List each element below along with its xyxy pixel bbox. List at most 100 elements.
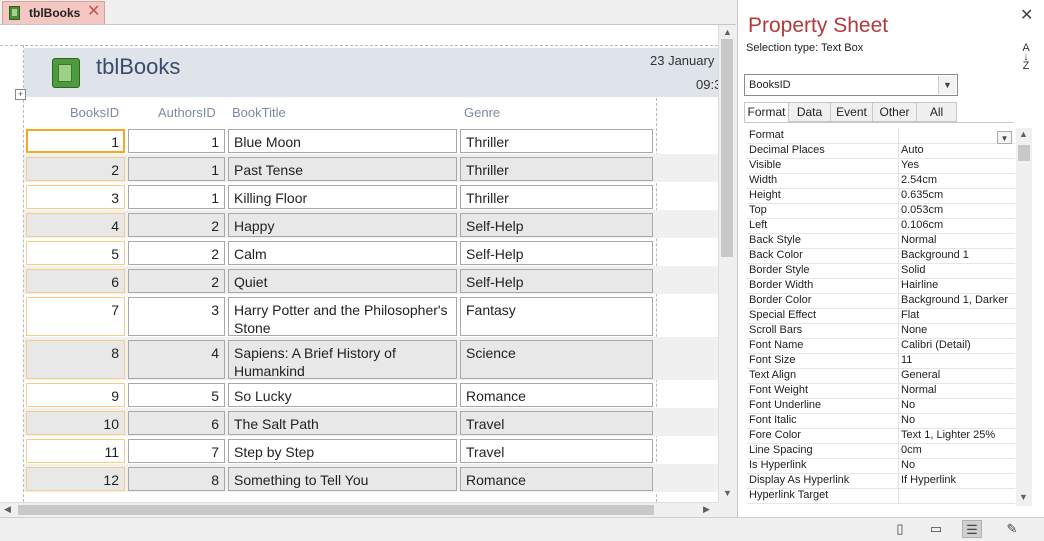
scroll-up-icon[interactable]: ▲: [1019, 129, 1028, 139]
scroll-down-icon[interactable]: ▼: [723, 488, 732, 498]
property-row[interactable]: Line Spacing 0cm: [747, 443, 1015, 459]
booksid-textbox[interactable]: 12: [26, 467, 125, 491]
property-row[interactable]: Hyperlink Target: [747, 488, 1015, 504]
property-value[interactable]: Normal: [901, 234, 936, 246]
booktitle-textbox[interactable]: Calm: [228, 241, 457, 265]
property-row[interactable]: Font Weight Normal: [747, 383, 1015, 399]
close-pane-icon[interactable]: ✕: [1020, 5, 1033, 25]
form-time[interactable]: 09:3: [696, 77, 718, 92]
property-value[interactable]: None: [901, 324, 927, 336]
close-tab-icon[interactable]: ✕: [87, 3, 100, 21]
property-row[interactable]: Fore Color Text 1, Lighter 25%: [747, 428, 1015, 444]
property-value[interactable]: No: [901, 459, 915, 471]
genre-textbox[interactable]: Self-Help: [460, 241, 653, 265]
property-value[interactable]: Auto: [901, 144, 924, 156]
genre-textbox[interactable]: Science: [460, 340, 653, 379]
property-view-icon[interactable]: ✎: [1002, 520, 1022, 538]
property-row[interactable]: Back Style Normal: [747, 233, 1015, 249]
booksid-textbox[interactable]: 5: [26, 241, 125, 265]
genre-textbox[interactable]: Fantasy: [460, 297, 653, 336]
document-tab[interactable]: tblBooks ✕: [2, 1, 105, 24]
layout-view-icon[interactable]: ▭: [926, 520, 946, 538]
authorsid-textbox[interactable]: 2: [128, 241, 225, 265]
booksid-textbox[interactable]: 7: [26, 297, 125, 336]
scroll-right-icon[interactable]: ▶: [703, 504, 710, 515]
authorsid-textbox[interactable]: 5: [128, 383, 225, 407]
authorsid-textbox[interactable]: 4: [128, 340, 225, 379]
column-header-authorsid[interactable]: AuthorsID: [158, 105, 216, 120]
booksid-textbox[interactable]: 10: [26, 411, 125, 435]
property-value[interactable]: 2.54cm: [901, 174, 937, 186]
property-tab-other[interactable]: Other: [872, 102, 917, 122]
authorsid-textbox[interactable]: 2: [128, 269, 225, 293]
booktitle-textbox[interactable]: Killing Floor: [228, 185, 457, 209]
genre-textbox[interactable]: Travel: [460, 411, 653, 435]
booksid-textbox[interactable]: 11: [26, 439, 125, 463]
property-value[interactable]: No: [901, 399, 915, 411]
booktitle-textbox[interactable]: Quiet: [228, 269, 457, 293]
property-row[interactable]: Font Italic No: [747, 413, 1015, 429]
form-view-icon[interactable]: ▯: [890, 520, 910, 538]
booktitle-textbox[interactable]: Step by Step: [228, 439, 457, 463]
authorsid-textbox[interactable]: 2: [128, 213, 225, 237]
property-row[interactable]: Font Name Calibri (Detail): [747, 338, 1015, 354]
property-value[interactable]: If Hyperlink: [901, 474, 956, 486]
authorsid-textbox[interactable]: 7: [128, 439, 225, 463]
property-row[interactable]: Font Underline No: [747, 398, 1015, 414]
column-header-booksid[interactable]: BooksID: [70, 105, 119, 120]
property-row[interactable]: Top 0.053cm: [747, 203, 1015, 219]
genre-textbox[interactable]: Thriller: [460, 157, 653, 181]
booksid-textbox[interactable]: 3: [26, 185, 125, 209]
form-title[interactable]: tblBooks: [96, 54, 180, 80]
booktitle-textbox[interactable]: The Salt Path: [228, 411, 457, 435]
format-dropdown-chevron-icon[interactable]: ▼: [997, 131, 1012, 144]
booktitle-textbox[interactable]: So Lucky: [228, 383, 457, 407]
property-value[interactable]: Yes: [901, 159, 919, 171]
property-value[interactable]: Solid: [901, 264, 925, 276]
property-value[interactable]: Normal: [901, 384, 936, 396]
property-value[interactable]: Background 1, Darker: [901, 294, 1008, 306]
booktitle-textbox[interactable]: Harry Potter and the Philosopher's Stone: [228, 297, 457, 336]
property-row[interactable]: Border Style Solid: [747, 263, 1015, 279]
booksid-textbox[interactable]: 8: [26, 340, 125, 379]
genre-textbox[interactable]: Romance: [460, 383, 653, 407]
property-row[interactable]: Scroll Bars None: [747, 323, 1015, 339]
scroll-left-icon[interactable]: ◀: [4, 504, 11, 515]
genre-textbox[interactable]: Thriller: [460, 129, 653, 153]
genre-textbox[interactable]: Self-Help: [460, 269, 653, 293]
booksid-textbox[interactable]: 4: [26, 213, 125, 237]
genre-textbox[interactable]: Travel: [460, 439, 653, 463]
object-selector-dropdown[interactable]: BooksID ▼: [744, 74, 958, 96]
booktitle-textbox[interactable]: Blue Moon: [228, 129, 457, 153]
authorsid-textbox[interactable]: 1: [128, 185, 225, 209]
property-value[interactable]: 0cm: [901, 444, 922, 456]
column-header-booktitle[interactable]: BookTitle: [232, 105, 286, 120]
property-row[interactable]: Decimal Places Auto: [747, 143, 1015, 159]
property-row[interactable]: Height 0.635cm: [747, 188, 1015, 204]
scroll-down-icon[interactable]: ▼: [1019, 492, 1028, 502]
property-value[interactable]: 0.635cm: [901, 189, 943, 201]
authorsid-textbox[interactable]: 3: [128, 297, 225, 336]
horizontal-scrollbar[interactable]: ◀ ▶: [0, 502, 718, 518]
property-row[interactable]: Width 2.54cm: [747, 173, 1015, 189]
genre-textbox[interactable]: Romance: [460, 467, 653, 491]
booksid-textbox[interactable]: 1: [26, 129, 125, 153]
property-value[interactable]: 11: [901, 354, 912, 366]
form-date[interactable]: 23 January: [650, 53, 714, 68]
property-value[interactable]: Flat: [901, 309, 919, 321]
property-row[interactable]: Is Hyperlink No: [747, 458, 1015, 474]
property-row[interactable]: Back Color Background 1: [747, 248, 1015, 264]
authorsid-textbox[interactable]: 1: [128, 157, 225, 181]
property-row[interactable]: Special Effect Flat: [747, 308, 1015, 324]
booktitle-textbox[interactable]: Something to Tell You: [228, 467, 457, 491]
design-view-icon[interactable]: ☰: [962, 520, 982, 538]
scroll-thumb-horizontal[interactable]: [18, 505, 654, 515]
property-grid-scrollbar[interactable]: ▲ ▼: [1016, 128, 1032, 506]
property-tab-all[interactable]: All: [916, 102, 957, 122]
property-tab-format[interactable]: Format: [744, 102, 789, 123]
genre-textbox[interactable]: Self-Help: [460, 213, 653, 237]
genre-textbox[interactable]: Thriller: [460, 185, 653, 209]
column-header-genre[interactable]: Genre: [464, 105, 500, 120]
property-row[interactable]: Text Align General: [747, 368, 1015, 384]
property-value[interactable]: Background 1: [901, 249, 969, 261]
